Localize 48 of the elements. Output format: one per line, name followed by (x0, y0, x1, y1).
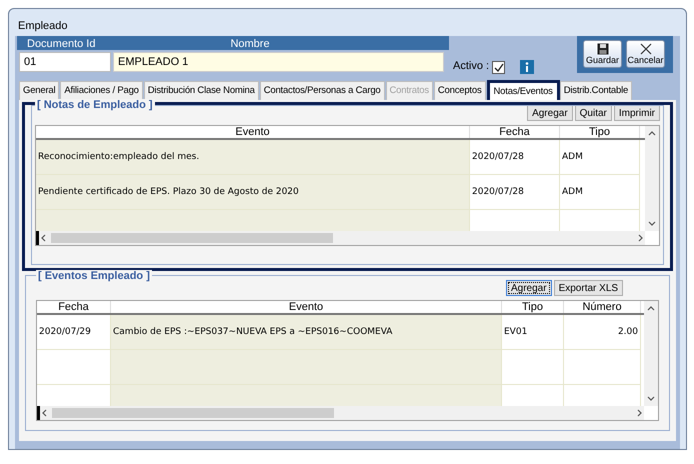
column-header: Evento (111, 301, 502, 313)
table-cell: EV01 (502, 315, 564, 350)
table-cell: 2.00 (564, 315, 641, 350)
column-header: Documento Id (26, 37, 96, 50)
horizontal-scrollbar[interactable] (36, 231, 645, 245)
tab[interactable]: Afiliaciones / Pago (60, 81, 143, 101)
column-header: Evento (36, 126, 470, 138)
scrollbar-thumb[interactable] (51, 233, 333, 243)
table-cell: Reconocimiento:empleado del mes. (36, 140, 470, 175)
document-id-field[interactable]: 01 (19, 52, 111, 72)
section-title: [ Notas de Empleado ] (35, 99, 155, 111)
toolbar-button[interactable]: Agregar (527, 105, 573, 121)
column-header: Tipo (560, 126, 640, 138)
vertical-scrollbar[interactable] (644, 301, 658, 406)
info-icon[interactable] (520, 60, 534, 74)
active-checkbox[interactable] (492, 61, 506, 74)
table-cell: Pendiente certificado de EPS. Plazo 30 de Agosto de 2020 (36, 175, 470, 210)
table-cell: 2020/07/28 (470, 175, 560, 210)
active-label: Activo : (453, 58, 490, 74)
table-cell: ADM (560, 140, 640, 175)
toolbar-button[interactable]: Exportar XLS (554, 280, 624, 296)
column-header: Número (564, 301, 641, 313)
column-header: Tipo (502, 301, 564, 313)
tab[interactable]: Contactos/Personas a Cargo (260, 81, 384, 101)
tab[interactable]: Conceptos (434, 81, 486, 101)
cancel-button[interactable]: Cancelar (626, 40, 665, 68)
column-header: Fecha (470, 126, 560, 138)
table-cell: 2020/07/28 (470, 140, 560, 175)
table-cell: ADM (560, 175, 640, 210)
scrollbar-thumb[interactable] (52, 408, 334, 418)
toolbar-button[interactable]: Imprimir (614, 105, 660, 121)
save-button[interactable]: Guardar (583, 40, 622, 68)
horizontal-scrollbar[interactable] (37, 406, 644, 420)
section-title: [ Eventos Empleado ] (36, 270, 152, 282)
vertical-scrollbar[interactable] (645, 126, 659, 231)
tab[interactable]: Distrib.Contable (560, 81, 632, 101)
toolbar-button[interactable]: Quitar (574, 105, 612, 121)
name-field[interactable]: EMPLEADO 1 (113, 52, 444, 72)
tab[interactable]: Notas/Eventos (486, 80, 560, 100)
close-icon (640, 43, 652, 55)
tab[interactable]: Distribución Clase Nomina (144, 81, 259, 101)
table-cell: Cambio de EPS :~EPS037~NUEVA EPS a ~EPS016~COOMEVA (111, 315, 502, 350)
column-header: Nombre (229, 37, 271, 50)
table-cell: 2020/07/29 (37, 315, 111, 350)
tab[interactable]: General (19, 81, 60, 101)
column-header: Fecha (37, 301, 111, 313)
window-title: Empleado (18, 19, 68, 32)
toolbar-button[interactable]: Agregar (506, 280, 552, 296)
